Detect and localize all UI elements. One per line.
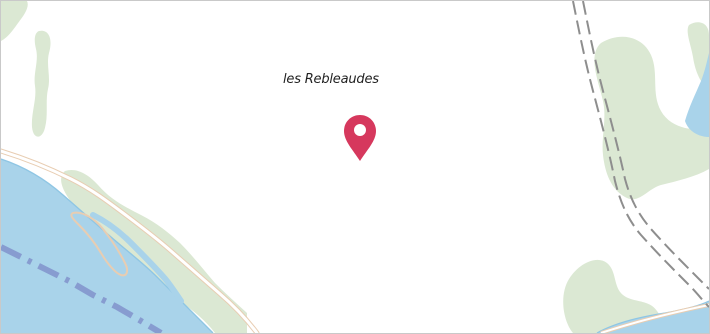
woodland-strip-left <box>31 30 51 137</box>
map-pin-shape <box>344 115 376 161</box>
map-canvas[interactable] <box>1 1 709 333</box>
map-view[interactable]: les Rebleaudes <box>0 0 710 334</box>
map-pin-icon[interactable] <box>341 113 379 165</box>
woodland-patch-top-left <box>1 1 28 41</box>
place-label: les Rebleaudes <box>283 72 379 87</box>
map-pin-hole <box>354 124 366 136</box>
